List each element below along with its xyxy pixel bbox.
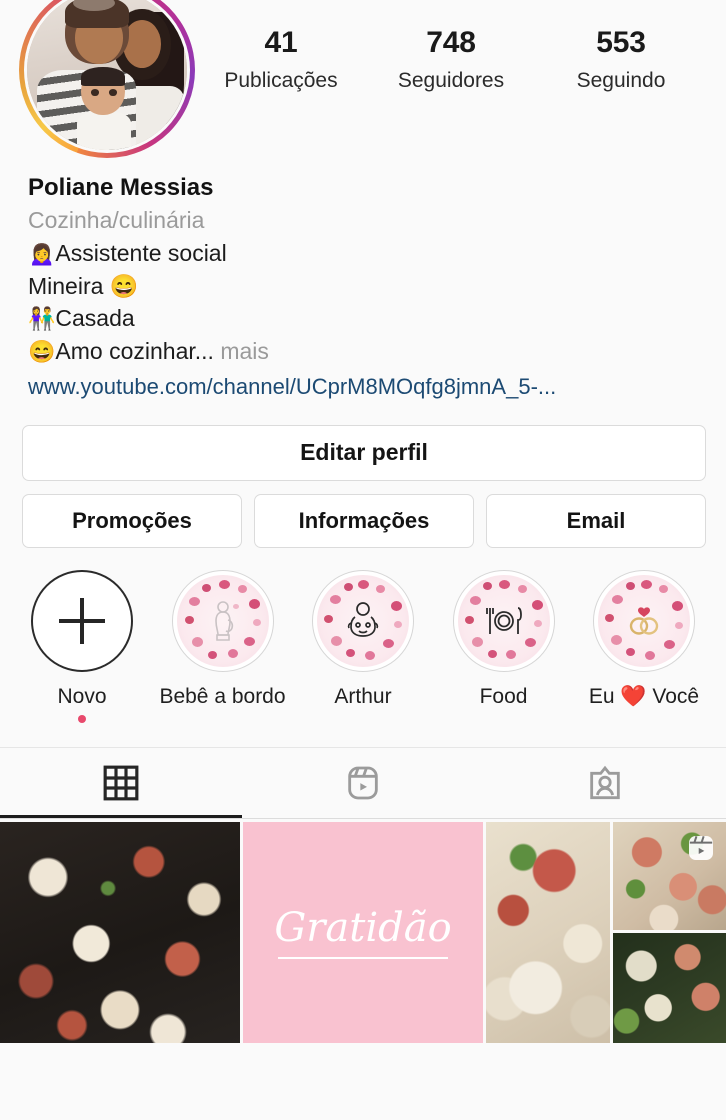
- posts-count: 41: [264, 26, 298, 59]
- posts-label: Publicações: [224, 68, 338, 92]
- posts-grid-right-group: [486, 821, 726, 1043]
- story-ring[interactable]: [19, 0, 195, 158]
- post-card-text: Gratidão: [274, 905, 452, 960]
- profile-tabs: [0, 747, 726, 818]
- posts-grid-stacked-column: [613, 821, 726, 1043]
- promotions-button[interactable]: Promoções: [22, 493, 242, 548]
- highlight-label-arthur: Arthur: [334, 684, 392, 708]
- post-thumbnail[interactable]: [486, 821, 610, 1043]
- highlight-eu-amo-voce[interactable]: Eu ❤️ Você: [578, 569, 710, 723]
- avatar-baby-eye-left: [91, 89, 99, 96]
- stats-row: 41 Publicações 748 Seguidores 553 Seguin…: [196, 0, 706, 92]
- tab-grid[interactable]: [0, 748, 242, 818]
- highlight-label-new: Novo: [57, 684, 107, 708]
- stat-followers[interactable]: 748 Seguidores: [366, 26, 536, 92]
- smile-emoji-icon: 😄: [28, 339, 56, 365]
- highlight-food[interactable]: Food: [438, 569, 570, 723]
- profile-header: 41 Publicações 748 Seguidores 553 Seguin…: [0, 0, 726, 160]
- post-thumbnail[interactable]: [613, 932, 726, 1043]
- bio-line-1-text: Assistente social: [55, 240, 227, 267]
- highlight-label-bebe: Bebê a bordo: [159, 684, 286, 708]
- following-label: Seguindo: [576, 68, 666, 92]
- bio-line-2-text: Mineira 😄: [28, 272, 139, 299]
- post-thumbnail[interactable]: [613, 821, 726, 930]
- bio-section: Poliane Messias Cozinha/culinária 🙍‍♀️As…: [0, 160, 726, 403]
- highlight-cover-amor: [598, 574, 690, 667]
- stat-posts[interactable]: 41 Publicações: [196, 26, 366, 92]
- bio-line-4-text: Amo cozinhar...: [55, 338, 214, 365]
- video-badge-icon: [689, 835, 713, 860]
- edit-profile-button[interactable]: Editar perfil: [22, 424, 706, 481]
- highlight-cover-food: [457, 574, 550, 667]
- highlight-circle-amor[interactable]: [593, 569, 695, 672]
- following-count: 553: [596, 26, 646, 59]
- new-highlight-circle[interactable]: [31, 569, 133, 672]
- highlight-circle-bebe[interactable]: [171, 569, 274, 672]
- avatar-baby-body: [76, 111, 131, 150]
- active-tab-indicator: [0, 814, 242, 818]
- post-image-5: [613, 932, 726, 1043]
- pregnant-woman-icon: [214, 600, 233, 641]
- story-highlights-row: Novo Bebê a bordo Arthur Food Eu ❤️ Você: [0, 548, 726, 723]
- highlight-cover-bebe: [176, 574, 269, 667]
- post-thumbnail[interactable]: Gratidão: [243, 821, 483, 1043]
- post-thumbnail[interactable]: [0, 821, 240, 1043]
- followers-label: Seguidores: [397, 68, 505, 92]
- highlight-new[interactable]: Novo: [16, 569, 148, 723]
- action-buttons: Editar perfil Promoções Informações Emai…: [0, 403, 726, 548]
- avatar-container[interactable]: [18, 0, 196, 160]
- plate-cutlery-icon: [485, 606, 522, 634]
- grid-icon: [103, 765, 139, 801]
- highlight-bebe-a-bordo[interactable]: Bebê a bordo: [157, 569, 289, 723]
- new-indicator-dot: [78, 714, 86, 723]
- highlight-circle-food[interactable]: [452, 569, 555, 672]
- avatar-inner: [24, 0, 190, 153]
- wedding-rings-icon: [629, 607, 659, 635]
- highlight-arthur[interactable]: Arthur: [297, 569, 429, 723]
- post-image-3: [486, 821, 610, 1043]
- avatar-baby-hair: [81, 66, 125, 86]
- profile-website-link[interactable]: www.youtube.com/channel/UCprM8MOqfg8jmnA…: [28, 370, 704, 403]
- bio-line-3-text: Casada: [55, 305, 135, 332]
- tagged-person-icon: [590, 765, 620, 799]
- tab-igtv[interactable]: [242, 748, 484, 818]
- bio-line-2: Mineira 😄: [28, 270, 704, 303]
- instagram-profile-screen: 41 Publicações 748 Seguidores 553 Seguin…: [0, 0, 726, 1120]
- stat-following[interactable]: 553 Seguindo: [536, 26, 706, 92]
- couple-emoji-icon: 👫: [28, 306, 56, 332]
- profile-name: Poliane Messias: [28, 174, 214, 201]
- posts-grid: Gratidão: [0, 819, 726, 1043]
- information-button[interactable]: Informações: [254, 493, 474, 548]
- email-button[interactable]: Email: [486, 493, 706, 548]
- highlight-label-amor: Eu ❤️ Você: [588, 684, 700, 708]
- plus-icon: [59, 597, 105, 644]
- profile-category: Cozinha/culinária: [28, 207, 205, 234]
- highlight-circle-arthur[interactable]: [312, 569, 414, 672]
- igtv-icon: [348, 766, 378, 800]
- highlight-cover-arthur: [317, 574, 409, 667]
- highlight-label-food: Food: [479, 684, 528, 708]
- bio-line-1: 🙍‍♀️Assistente social: [28, 237, 704, 270]
- woman-emoji-icon: 🙍‍♀️: [28, 241, 56, 267]
- bio-line-3: 👫Casada: [28, 302, 704, 335]
- tab-tagged[interactable]: [484, 748, 726, 818]
- secondary-buttons-row: Promoções Informações Email: [22, 493, 706, 548]
- followers-count: 748: [426, 26, 476, 59]
- baby-icon: [347, 601, 379, 637]
- bio-line-4: 😄Amo cozinhar... mais: [28, 335, 704, 368]
- post-image-1: [0, 821, 240, 1043]
- avatar[interactable]: [27, 0, 187, 150]
- avatar-baby-eye-right: [108, 89, 117, 96]
- more-link[interactable]: mais: [220, 338, 269, 364]
